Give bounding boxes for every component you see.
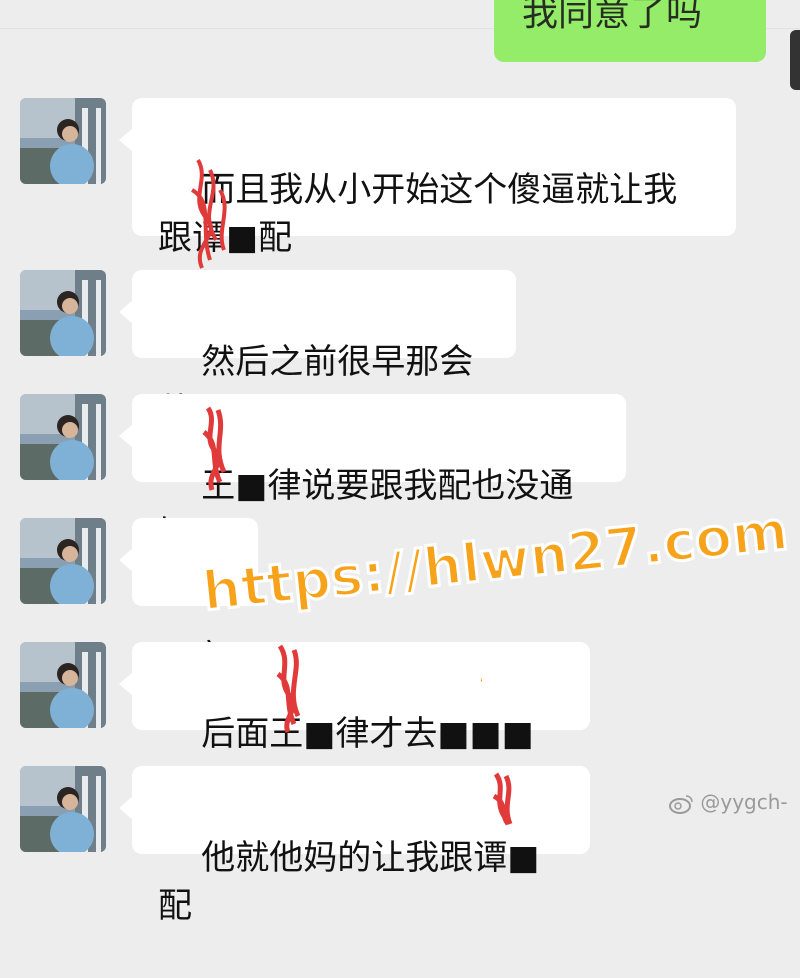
message-bubble[interactable]: 他就他妈的让我跟谭■配	[119, 766, 590, 926]
avatar[interactable]	[20, 394, 106, 480]
watermark-url: https://hlwn27.com	[198, 497, 793, 624]
message-bubble[interactable]: 同意	[119, 518, 258, 678]
avatar-photo	[20, 394, 106, 480]
avatar-photo	[20, 270, 106, 356]
message-text: 他就他妈的让我跟谭■配	[158, 838, 540, 926]
weibo-icon	[669, 794, 693, 814]
avatar-photo	[20, 518, 106, 604]
avatar[interactable]	[20, 518, 106, 604]
avatar[interactable]	[20, 766, 106, 852]
message-bubble[interactable]: 王■律说要跟我配也没通知	[119, 394, 626, 554]
message-text: 而且我从小开始这个傻逼就让我跟谭■配	[158, 170, 678, 258]
weibo-credit: @yygch-	[668, 790, 788, 814]
credit-handle: @yygch-	[700, 790, 788, 814]
message-text: 后面王■律才去■■■	[201, 714, 534, 754]
avatar[interactable]	[20, 98, 106, 184]
avatar-photo	[20, 642, 106, 728]
message-bubble[interactable]: 后面王■律才去■■■	[119, 642, 590, 754]
avatar[interactable]	[20, 270, 106, 356]
avatar-photo	[20, 98, 106, 184]
avatar-photo	[20, 766, 106, 852]
avatar[interactable]	[20, 642, 106, 728]
message-bubble[interactable]: 而且我从小开始这个傻逼就让我跟谭■配	[119, 98, 736, 258]
sent-message-bubble[interactable]: 我同意了吗	[494, 0, 766, 62]
sent-message-text: 我同意了吗	[522, 0, 703, 34]
self-avatar[interactable]	[790, 30, 800, 90]
message-bubble[interactable]: 然后之前很早那会儿	[119, 270, 516, 430]
